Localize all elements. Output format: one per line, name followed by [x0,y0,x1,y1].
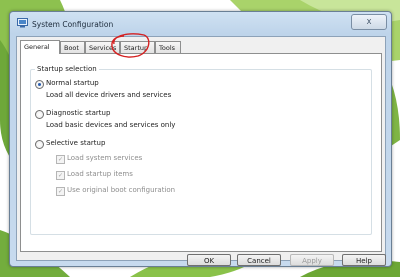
apply-button[interactable]: Apply [290,254,334,266]
close-button[interactable]: X [351,14,387,30]
use-original-boot-config-label: Use original boot configuration [67,186,176,194]
diagnostic-startup-radio[interactable] [35,110,44,119]
load-startup-items-label: Load startup items [67,170,133,178]
msconfig-icon [17,18,28,28]
selective-startup-radio[interactable] [35,140,44,149]
normal-startup-description: Load all device drivers and services [46,91,172,99]
diagnostic-startup-description: Load basic devices and services only [46,121,176,129]
tab-boot[interactable]: Boot [60,41,85,53]
tab-tools[interactable]: Tools [155,41,181,53]
load-system-services-checkbox[interactable]: ✓ [56,155,65,164]
diagnostic-startup-label[interactable]: Diagnostic startup [46,109,110,117]
load-system-services-label: Load system services [67,154,143,162]
radio-selected-dot [38,83,41,86]
annotation-circle [111,33,150,58]
startup-selection-group: Startup selection Normal startup Load al… [30,65,372,235]
use-original-boot-config-checkbox[interactable]: ✓ [56,187,65,196]
normal-startup-label[interactable]: Normal startup [46,79,99,87]
general-tab-panel: Startup selection Normal startup Load al… [20,53,382,252]
dialog-client-area: General Boot Services Startup Tools Star… [16,36,386,266]
normal-startup-radio[interactable] [35,80,44,89]
selective-startup-label[interactable]: Selective startup [46,139,105,147]
title-bar[interactable]: System Configuration X [10,12,391,36]
window-title: System Configuration [32,20,114,29]
tab-general[interactable]: General [20,40,60,54]
load-startup-items-checkbox[interactable]: ✓ [56,171,65,180]
close-icon: X [366,18,372,26]
system-configuration-window: System Configuration X General Boot Serv… [9,11,392,267]
ok-button[interactable]: OK [187,254,231,266]
cancel-button[interactable]: Cancel [237,254,281,266]
startup-selection-title: Startup selection [35,65,99,73]
help-button[interactable]: Help [342,254,386,266]
